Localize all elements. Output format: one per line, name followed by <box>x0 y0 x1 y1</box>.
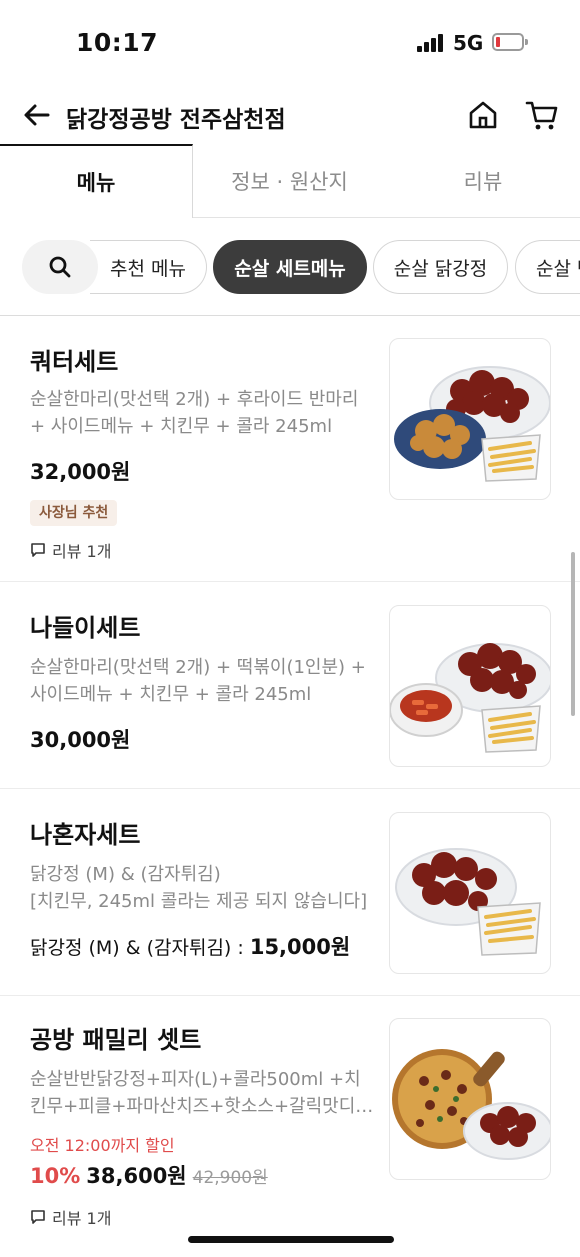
search-icon <box>49 256 71 278</box>
speech-bubble-icon <box>31 1210 45 1224</box>
review-count-label: 리뷰 1개 <box>52 542 112 561</box>
back-button[interactable] <box>20 98 54 132</box>
battery-icon <box>492 33 528 51</box>
price-prefix: 닭강정 (M) & (감자튀김) : <box>30 937 250 959</box>
category-chip-bar: 추천 메뉴 순살 세트메뉴 순살 닭강정 순살 반 <box>0 218 580 316</box>
speech-bubble-icon <box>31 543 45 557</box>
discounted-price: 38,600원 <box>86 1164 187 1188</box>
home-icon <box>469 101 497 129</box>
home-indicator[interactable] <box>188 1236 394 1243</box>
owner-pick-badge: 사장님 추천 <box>30 500 118 526</box>
menu-item[interactable]: 나혼자세트 닭강정 (M) & (감자튀김) [치킨무, 245ml 콜라는 제… <box>0 789 580 996</box>
menu-item[interactable]: 공방 패밀리 셋트 순살반반닭강정+피자(L)+콜라500ml +치 킨무+피클… <box>0 996 580 1251</box>
store-title: 닭강정공방 전주삼천점 <box>66 107 286 133</box>
signal-icon <box>417 34 443 52</box>
description-line: 순살반반닭강정+피자(L)+콜라500ml +치 <box>30 1069 361 1090</box>
chip-boneless-half[interactable]: 순살 반 <box>515 240 580 294</box>
original-price: 42,900원 <box>192 1168 268 1188</box>
description-line: 닭강정 (M) & (감자튀김) <box>30 864 221 885</box>
status-time: 10:17 <box>76 28 159 57</box>
description-line: [치킨무, 245ml 콜라는 제공 되지 않습니다] <box>30 891 368 912</box>
menu-item-name: 나혼자세트 <box>30 821 141 849</box>
menu-item-description: 순살반반닭강정+피자(L)+콜라500ml +치 킨무+피클+파마산치즈+핫소스… <box>30 1066 375 1120</box>
menu-item-description: 순살한마리(맛선택 2개) + 후라이드 반마리 + 사이드메뉴 + 치킨무 +… <box>30 386 375 440</box>
chip-boneless-set[interactable]: 순살 세트메뉴 <box>213 240 367 294</box>
review-count: 리뷰 1개 <box>30 538 111 562</box>
description-line: 순살한마리(맛선택 2개) + 떡볶이(1인분) + <box>30 657 366 678</box>
menu-item-name: 나들이세트 <box>30 614 141 642</box>
description-line: 킨무+피클+파마산치즈+핫소스+갈릭맛디핑소스 <box>30 1096 375 1117</box>
top-header: 닭강정공방 전주삼천점 <box>0 88 580 144</box>
menu-search-button[interactable] <box>22 240 98 294</box>
cart-icon <box>525 101 558 130</box>
discount-percent: 10% <box>30 1164 81 1188</box>
review-count-label: 리뷰 1개 <box>52 1209 112 1228</box>
menu-item-price: 10% 38,600원 42,900원 <box>30 1160 268 1190</box>
menu-item[interactable]: 쿼터세트 순살한마리(맛선택 2개) + 후라이드 반마리 + 사이드메뉴 + … <box>0 316 580 582</box>
cart-button[interactable] <box>524 98 560 132</box>
menu-item-photo <box>389 812 551 974</box>
menu-item-description: 순살한마리(맛선택 2개) + 떡볶이(1인분) + 사이드메뉴 + 치킨무 +… <box>30 654 375 708</box>
review-count: 리뷰 1개 <box>30 1205 111 1229</box>
menu-item[interactable]: 나들이세트 순살한마리(맛선택 2개) + 떡볶이(1인분) + 사이드메뉴 +… <box>0 582 580 789</box>
tab-reviews[interactable]: 리뷰 <box>386 144 580 218</box>
menu-item-price: 닭강정 (M) & (감자튀김) : 15,000원 <box>30 931 350 961</box>
tab-bar: 메뉴 정보 · 원산지 리뷰 <box>0 144 580 218</box>
menu-item-photo <box>389 338 551 500</box>
menu-item-name: 공방 패밀리 셋트 <box>30 1026 202 1054</box>
description-line: + 사이드메뉴 + 치킨무 + 콜라 245ml <box>30 416 333 437</box>
description-line: 순살한마리(맛선택 2개) + 후라이드 반마리 <box>30 389 359 410</box>
chip-boneless-gangjeong[interactable]: 순살 닭강정 <box>373 240 508 294</box>
tab-info-origin[interactable]: 정보 · 원산지 <box>193 144 386 218</box>
arrow-left-icon <box>24 104 50 126</box>
menu-item-description: 닭강정 (M) & (감자튀김) [치킨무, 245ml 콜라는 제공 되지 않… <box>30 861 375 915</box>
status-bar: 10:17 5G <box>0 0 580 88</box>
menu-item-price: 32,000원 <box>30 460 131 484</box>
home-button[interactable] <box>466 98 500 132</box>
tab-menu[interactable]: 메뉴 <box>0 144 193 218</box>
menu-item-photo <box>389 1018 551 1180</box>
scrollbar[interactable] <box>571 552 575 716</box>
menu-item-price: 30,000원 <box>30 728 131 752</box>
network-label: 5G <box>453 31 484 55</box>
price-value: 15,000원 <box>249 935 351 959</box>
menu-item-name: 쿼터세트 <box>30 348 119 376</box>
description-line: 사이드메뉴 + 치킨무 + 콜라 245ml <box>30 684 312 705</box>
chip-recommended[interactable]: 추천 메뉴 <box>90 240 207 294</box>
menu-item-photo <box>389 605 551 767</box>
discount-deadline-note: 오전 12:00까지 할인 <box>30 1136 175 1155</box>
